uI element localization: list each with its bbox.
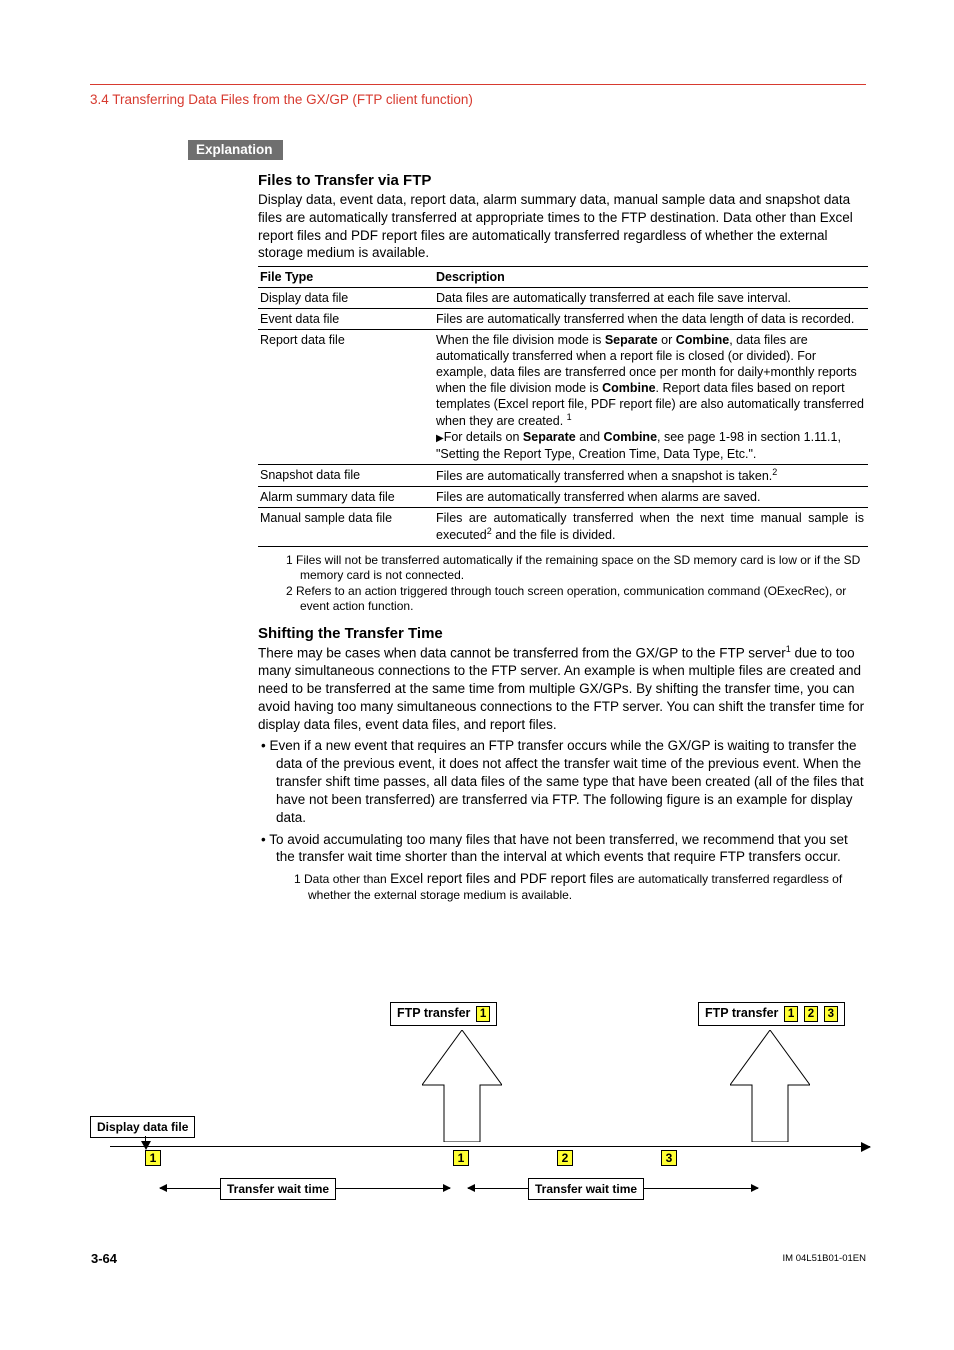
file-type-table: File Type Description Display data file … [258, 266, 868, 546]
top-divider [90, 84, 866, 85]
ftp-transfer-box-1: FTP transfer 1 [390, 1002, 497, 1026]
table-row: Display data file Data files are automat… [258, 288, 868, 309]
page-number: 3-64 [91, 1251, 117, 1266]
file-tag-2: 2 [557, 1150, 573, 1166]
table-header-row: File Type Description [258, 267, 868, 288]
footnote-2: 2 Refers to an action triggered through … [286, 584, 868, 615]
th-description: Description [434, 267, 868, 288]
txt: or [658, 333, 676, 347]
ftp-transfer-label: FTP transfer [397, 1006, 470, 1020]
td-filetype: Manual sample data file [258, 508, 434, 546]
table-footnotes: 1 Files will not be transferred automati… [258, 553, 868, 615]
bullet-item: Even if a new event that requires an FTP… [258, 737, 868, 826]
td-desc: Data files are automatically transferred… [434, 288, 868, 309]
breadcrumb: 3.4 Transferring Data Files from the GX/… [90, 92, 473, 107]
table-row: Manual sample data file Files are automa… [258, 508, 868, 546]
sup-2: 2 [772, 467, 777, 477]
txt: Excel report files and PDF report files [390, 871, 617, 886]
td-desc: Files are automatically transferred when… [434, 309, 868, 330]
files-heading: Files to Transfer via FTP [258, 172, 868, 189]
txt: There may be cases when data cannot be t… [258, 645, 786, 660]
page: 3.4 Transferring Data Files from the GX/… [0, 0, 954, 1350]
td-desc: When the file division mode is Separate … [434, 330, 868, 465]
td-filetype: Snapshot data file [258, 465, 434, 487]
up-arrow-icon [730, 1030, 810, 1142]
file-tag-1: 1 [145, 1150, 161, 1166]
txt: and [576, 430, 604, 444]
table-row: Snapshot data file Files are automatical… [258, 465, 868, 487]
td-desc: Files are automatically transferred when… [434, 487, 868, 508]
triangle-icon: ▶ [436, 433, 444, 444]
doc-id: IM 04L51B01-01EN [783, 1253, 866, 1264]
bold-separate: Separate [523, 430, 576, 444]
txt: 1 Data other than [294, 872, 390, 886]
ftp-tag-1: 1 [476, 1006, 490, 1022]
ftp-tag-2: 2 [804, 1006, 818, 1022]
main-content: Explanation Files to Transfer via FTP Di… [258, 140, 868, 903]
ftp-transfer-box-2: FTP transfer 1 2 3 [698, 1002, 845, 1026]
ftp-tag-1: 1 [784, 1006, 798, 1022]
files-paragraph: Display data, event data, report data, a… [258, 191, 868, 262]
wait-time-label-1: Transfer wait time [220, 1178, 336, 1200]
sup-1: 1 [567, 412, 572, 422]
bold-combine: Combine [604, 430, 657, 444]
table-row: Report data file When the file division … [258, 330, 868, 465]
txt: For details on [444, 430, 523, 444]
td-filetype: Display data file [258, 288, 434, 309]
display-data-file-box: Display data file [90, 1116, 195, 1138]
transfer-timing-diagram: Display data file 1 1 2 3 Transfer wait … [90, 1000, 870, 1230]
shift-paragraph: There may be cases when data cannot be t… [258, 644, 868, 734]
up-arrow-icon [422, 1030, 502, 1142]
txt: and the file is divided. [492, 529, 616, 543]
file-tag-1b: 1 [453, 1150, 469, 1166]
th-filetype: File Type [258, 267, 434, 288]
explanation-badge: Explanation [188, 140, 283, 160]
txt: Files are automatically transferred when… [436, 469, 772, 483]
shift-heading: Shifting the Transfer Time [258, 625, 868, 642]
bullet-item: To avoid accumulating too many files tha… [258, 831, 868, 867]
td-desc: Files are automatically transferred when… [434, 508, 868, 546]
td-desc: Files are automatically transferred when… [434, 465, 868, 487]
td-filetype: Alarm summary data file [258, 487, 434, 508]
time-axis [110, 1146, 870, 1147]
ftp-tag-3: 3 [824, 1006, 838, 1022]
bold-combine: Combine [602, 381, 655, 395]
sub-footnote-1: 1 Data other than Excel report files and… [294, 870, 868, 903]
footnote-1: 1 Files will not be transferred automati… [286, 553, 868, 584]
bold-separate: Separate [605, 333, 658, 347]
td-filetype: Report data file [258, 330, 434, 465]
table-row: Alarm summary data file Files are automa… [258, 487, 868, 508]
table-row: Event data file Files are automatically … [258, 309, 868, 330]
bold-combine: Combine [676, 333, 729, 347]
ftp-transfer-label: FTP transfer [705, 1006, 778, 1020]
td-filetype: Event data file [258, 309, 434, 330]
txt: When the file division mode is [436, 333, 605, 347]
file-tag-3: 3 [661, 1150, 677, 1166]
time-axis-arrowhead-icon [861, 1142, 871, 1152]
wait-time-label-2: Transfer wait time [528, 1178, 644, 1200]
